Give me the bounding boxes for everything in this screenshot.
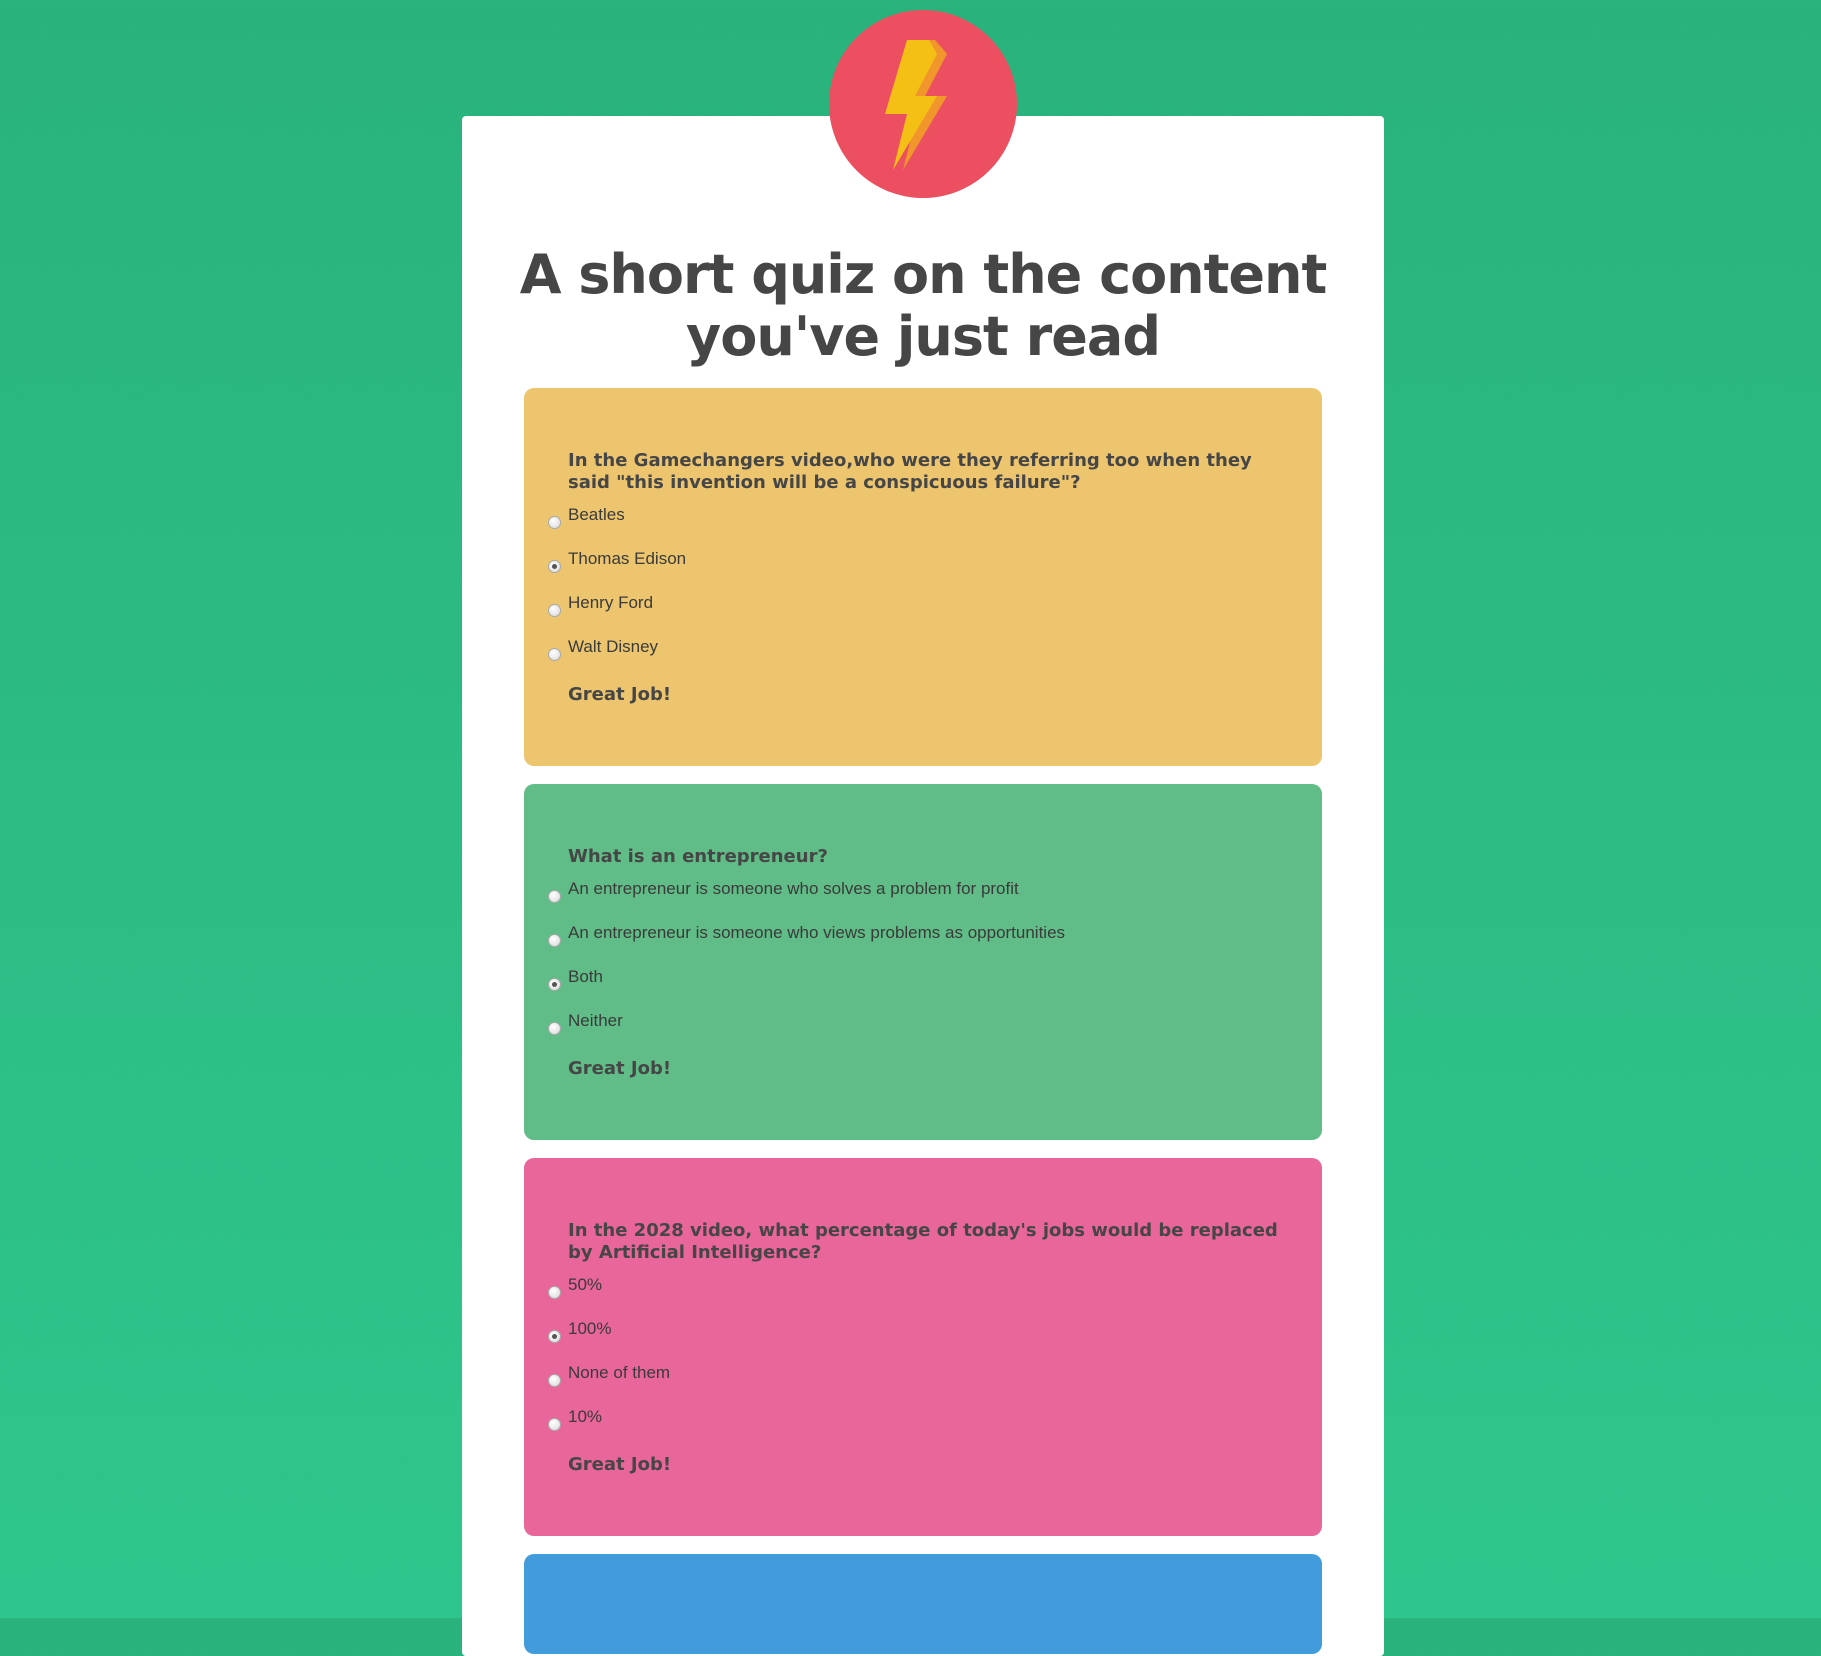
answer-label: Neither	[568, 1011, 623, 1030]
answer-option[interactable]: An entrepreneur is someone who solves a …	[548, 878, 1278, 922]
radio-button[interactable]	[548, 1330, 561, 1343]
answer-option[interactable]: 50%	[548, 1274, 1278, 1318]
radio-button[interactable]	[548, 516, 561, 529]
answer-options: 50% 100% None of them 10%	[548, 1274, 1278, 1450]
answer-label: None of them	[568, 1363, 671, 1382]
feedback-message: Great Job!	[568, 1454, 672, 1475]
answer-label: Walt Disney	[568, 637, 659, 656]
answer-option[interactable]: 100%	[548, 1318, 1278, 1362]
radio-button[interactable]	[548, 648, 561, 661]
question-card-2: What is an entrepreneur? An entrepreneur…	[524, 784, 1322, 1140]
radio-button[interactable]	[548, 604, 561, 617]
answer-option[interactable]: Both	[548, 966, 1278, 1010]
question-card-3: In the 2028 video, what percentage of to…	[524, 1158, 1322, 1536]
radio-button[interactable]	[548, 978, 561, 991]
answer-option[interactable]: Henry Ford	[548, 592, 1278, 636]
quiz-logo	[829, 10, 1017, 198]
answer-option[interactable]: Beatles	[548, 504, 1278, 548]
question-text: In the 2028 video, what percentage of to…	[568, 1220, 1278, 1263]
radio-button[interactable]	[548, 890, 561, 903]
radio-button[interactable]	[548, 560, 561, 573]
answer-label: 100%	[568, 1319, 612, 1338]
answer-label: An entrepreneur is someone who solves a …	[568, 879, 1019, 898]
radio-button[interactable]	[548, 1022, 561, 1035]
radio-button[interactable]	[548, 1374, 561, 1387]
radio-button[interactable]	[548, 1418, 561, 1431]
answer-option[interactable]: None of them	[548, 1362, 1278, 1406]
answer-option[interactable]: Walt Disney	[548, 636, 1278, 680]
question-text: In the Gamechangers video,who were they …	[568, 450, 1252, 493]
answer-label: Henry Ford	[568, 593, 654, 612]
answer-label: 10%	[568, 1407, 603, 1426]
lightning-bolt-icon	[885, 40, 947, 170]
question-text: What is an entrepreneur?	[568, 846, 828, 867]
answer-label: Both	[568, 967, 603, 986]
answer-options: Beatles Thomas Edison Henry Ford Walt Di…	[548, 504, 1278, 680]
page-title: A short quiz on the content you've just …	[519, 243, 1328, 368]
question-card-4	[524, 1554, 1322, 1654]
feedback-message: Great Job!	[568, 1058, 672, 1079]
answer-options: An entrepreneur is someone who solves a …	[548, 878, 1278, 1054]
answer-label: Beatles	[568, 505, 625, 524]
answer-label: An entrepreneur is someone who views pro…	[568, 923, 1066, 942]
radio-button[interactable]	[548, 1286, 561, 1299]
answer-label: Thomas Edison	[568, 549, 687, 568]
radio-button[interactable]	[548, 934, 561, 947]
feedback-message: Great Job!	[568, 684, 672, 705]
answer-option[interactable]: 10%	[548, 1406, 1278, 1450]
answer-option[interactable]: Thomas Edison	[548, 548, 1278, 592]
answer-label: 50%	[568, 1275, 603, 1294]
answer-option[interactable]: Neither	[548, 1010, 1278, 1054]
answer-option[interactable]: An entrepreneur is someone who views pro…	[548, 922, 1278, 966]
question-card-1: In the Gamechangers video,who were they …	[524, 388, 1322, 766]
